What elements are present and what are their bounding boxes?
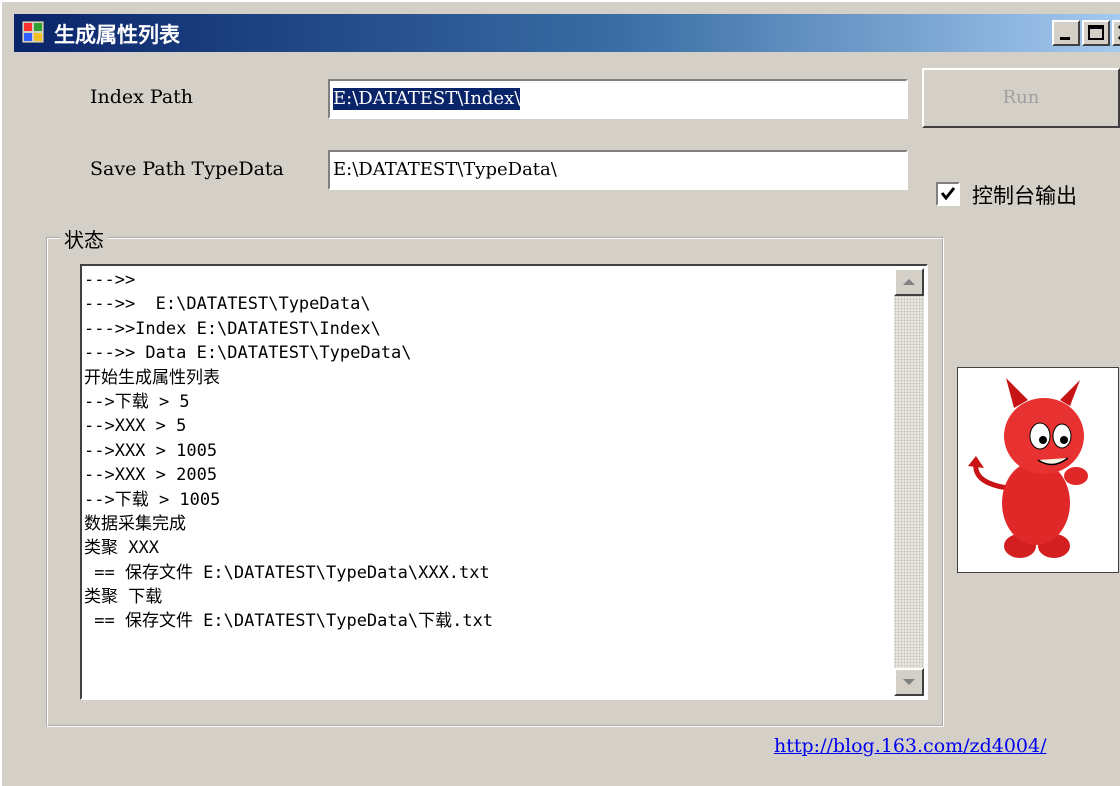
log-line: -->XXX > 1005 bbox=[84, 440, 218, 461]
log-line: == 保存文件 E:\DATATEST\TypeData\XXX.txt bbox=[84, 562, 490, 583]
status-legend: 状态 bbox=[60, 224, 108, 253]
log-line: -->下载 > 5 bbox=[84, 391, 190, 412]
log-line: -->下载 > 1005 bbox=[84, 489, 221, 510]
index-path-value: E:\DATATEST\Index\ bbox=[333, 88, 521, 110]
log-line: --->>Index E:\DATATEST\Index\ bbox=[84, 318, 381, 339]
status-log-lines: --->> --->> E:\DATATEST\TypeData\ --->>Ind… bbox=[84, 268, 884, 634]
log-line: --->> bbox=[84, 270, 136, 290]
log-line: -->XXX > 2005 bbox=[84, 465, 218, 486]
console-output-label: 控制台输出 bbox=[972, 184, 1077, 208]
scroll-up-button[interactable] bbox=[894, 268, 924, 296]
close-button[interactable] bbox=[1112, 20, 1120, 46]
window-title: 生成属性列表 bbox=[54, 23, 180, 47]
save-path-value: E:\DATATEST\TypeData\ bbox=[333, 159, 557, 180]
log-line: 类聚 下载 bbox=[84, 587, 163, 608]
scroll-down-button[interactable] bbox=[894, 668, 924, 696]
blog-link[interactable]: http://blog.163.com/zd4004/ bbox=[774, 735, 1047, 757]
log-line: 开始生成属性列表 bbox=[84, 367, 220, 388]
minimize-button[interactable] bbox=[1052, 20, 1080, 46]
status-log-textarea[interactable]: --->> --->> E:\DATATEST\TypeData\ --->>Ind… bbox=[80, 264, 928, 700]
index-path-input[interactable]: E:\DATATEST\Index\ bbox=[328, 79, 908, 119]
run-button[interactable]: Run bbox=[922, 68, 1120, 128]
log-line: 数据采集完成 bbox=[84, 513, 186, 534]
maximize-button[interactable] bbox=[1082, 20, 1110, 46]
log-line: --->> E:\DATATEST\TypeData\ bbox=[84, 294, 371, 315]
devil-mascot-image bbox=[957, 367, 1119, 573]
save-path-label: Save Path TypeData bbox=[90, 158, 284, 180]
log-line: 类聚 XXX bbox=[84, 538, 159, 559]
save-path-input[interactable]: E:\DATATEST\TypeData\ bbox=[328, 150, 908, 190]
main-window: 生成属性列表 Index Path E:\DATATEST\Index\ Run… bbox=[0, 0, 1120, 786]
console-output-checkbox[interactable] bbox=[936, 182, 960, 206]
log-line: -->XXX > 5 bbox=[84, 416, 187, 437]
index-path-label: Index Path bbox=[90, 86, 194, 108]
log-line: --->> Data E:\DATATEST\TypeData\ bbox=[84, 343, 412, 364]
log-line: == 保存文件 E:\DATATEST\TypeData\下载.txt bbox=[84, 611, 494, 632]
app-icon bbox=[21, 20, 45, 44]
title-bar[interactable]: 生成属性列表 bbox=[14, 14, 1120, 52]
vertical-scrollbar[interactable] bbox=[894, 268, 924, 696]
